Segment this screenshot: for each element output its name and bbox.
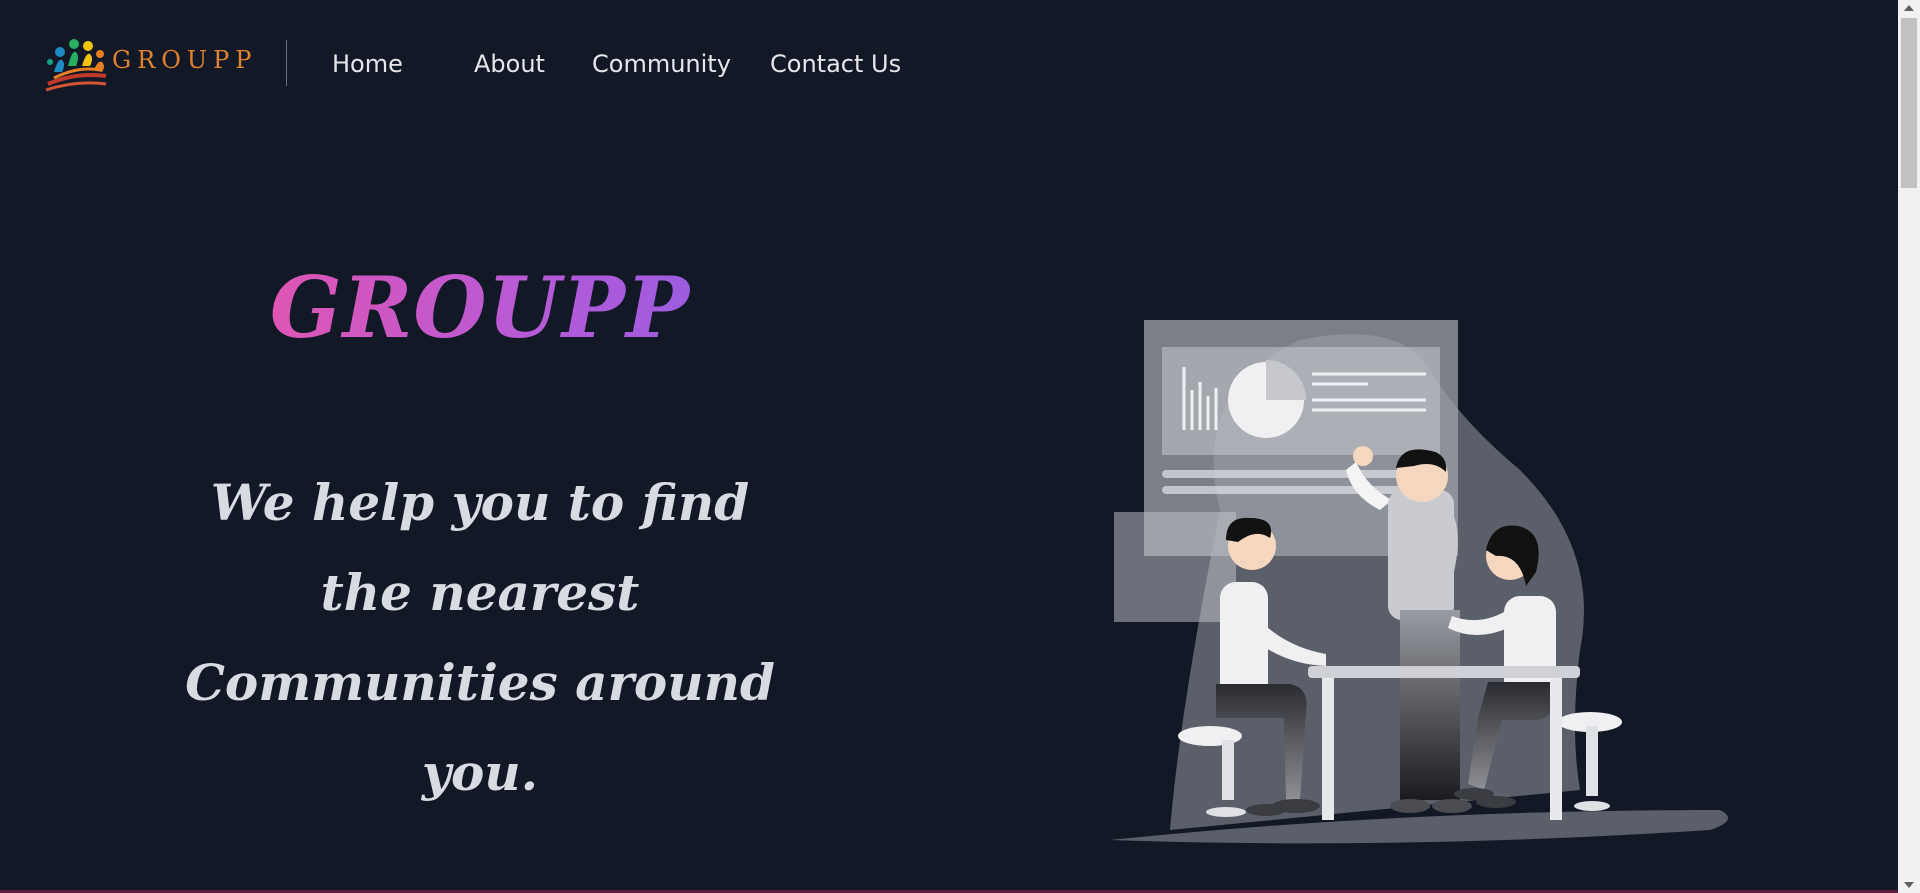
nav-about-link[interactable]: About [474,50,545,78]
logo[interactable]: GROUPP [40,32,260,96]
scrollbar-thumb[interactable] [1901,18,1917,188]
team-meeting-illustration [1110,320,1728,844]
hero-tagline: We help you to find the nearest Communit… [185,473,775,802]
scroll-up-arrow-icon[interactable] [1904,5,1914,11]
scroll-down-arrow-icon[interactable] [1904,882,1914,888]
rainbow-people-logo-icon [45,39,107,92]
logo-text: GROUPP [112,46,258,74]
nav-community-link[interactable]: Community [592,50,731,78]
nav-contact-link[interactable]: Contact Us [770,50,901,78]
nav-divider [286,40,287,86]
navbar: GROUPP Home About Community Contact Us [0,0,1898,130]
hero-title: GROUPP [260,258,700,357]
nav-home-link[interactable]: Home [332,50,403,78]
vertical-scrollbar[interactable] [1898,0,1920,893]
